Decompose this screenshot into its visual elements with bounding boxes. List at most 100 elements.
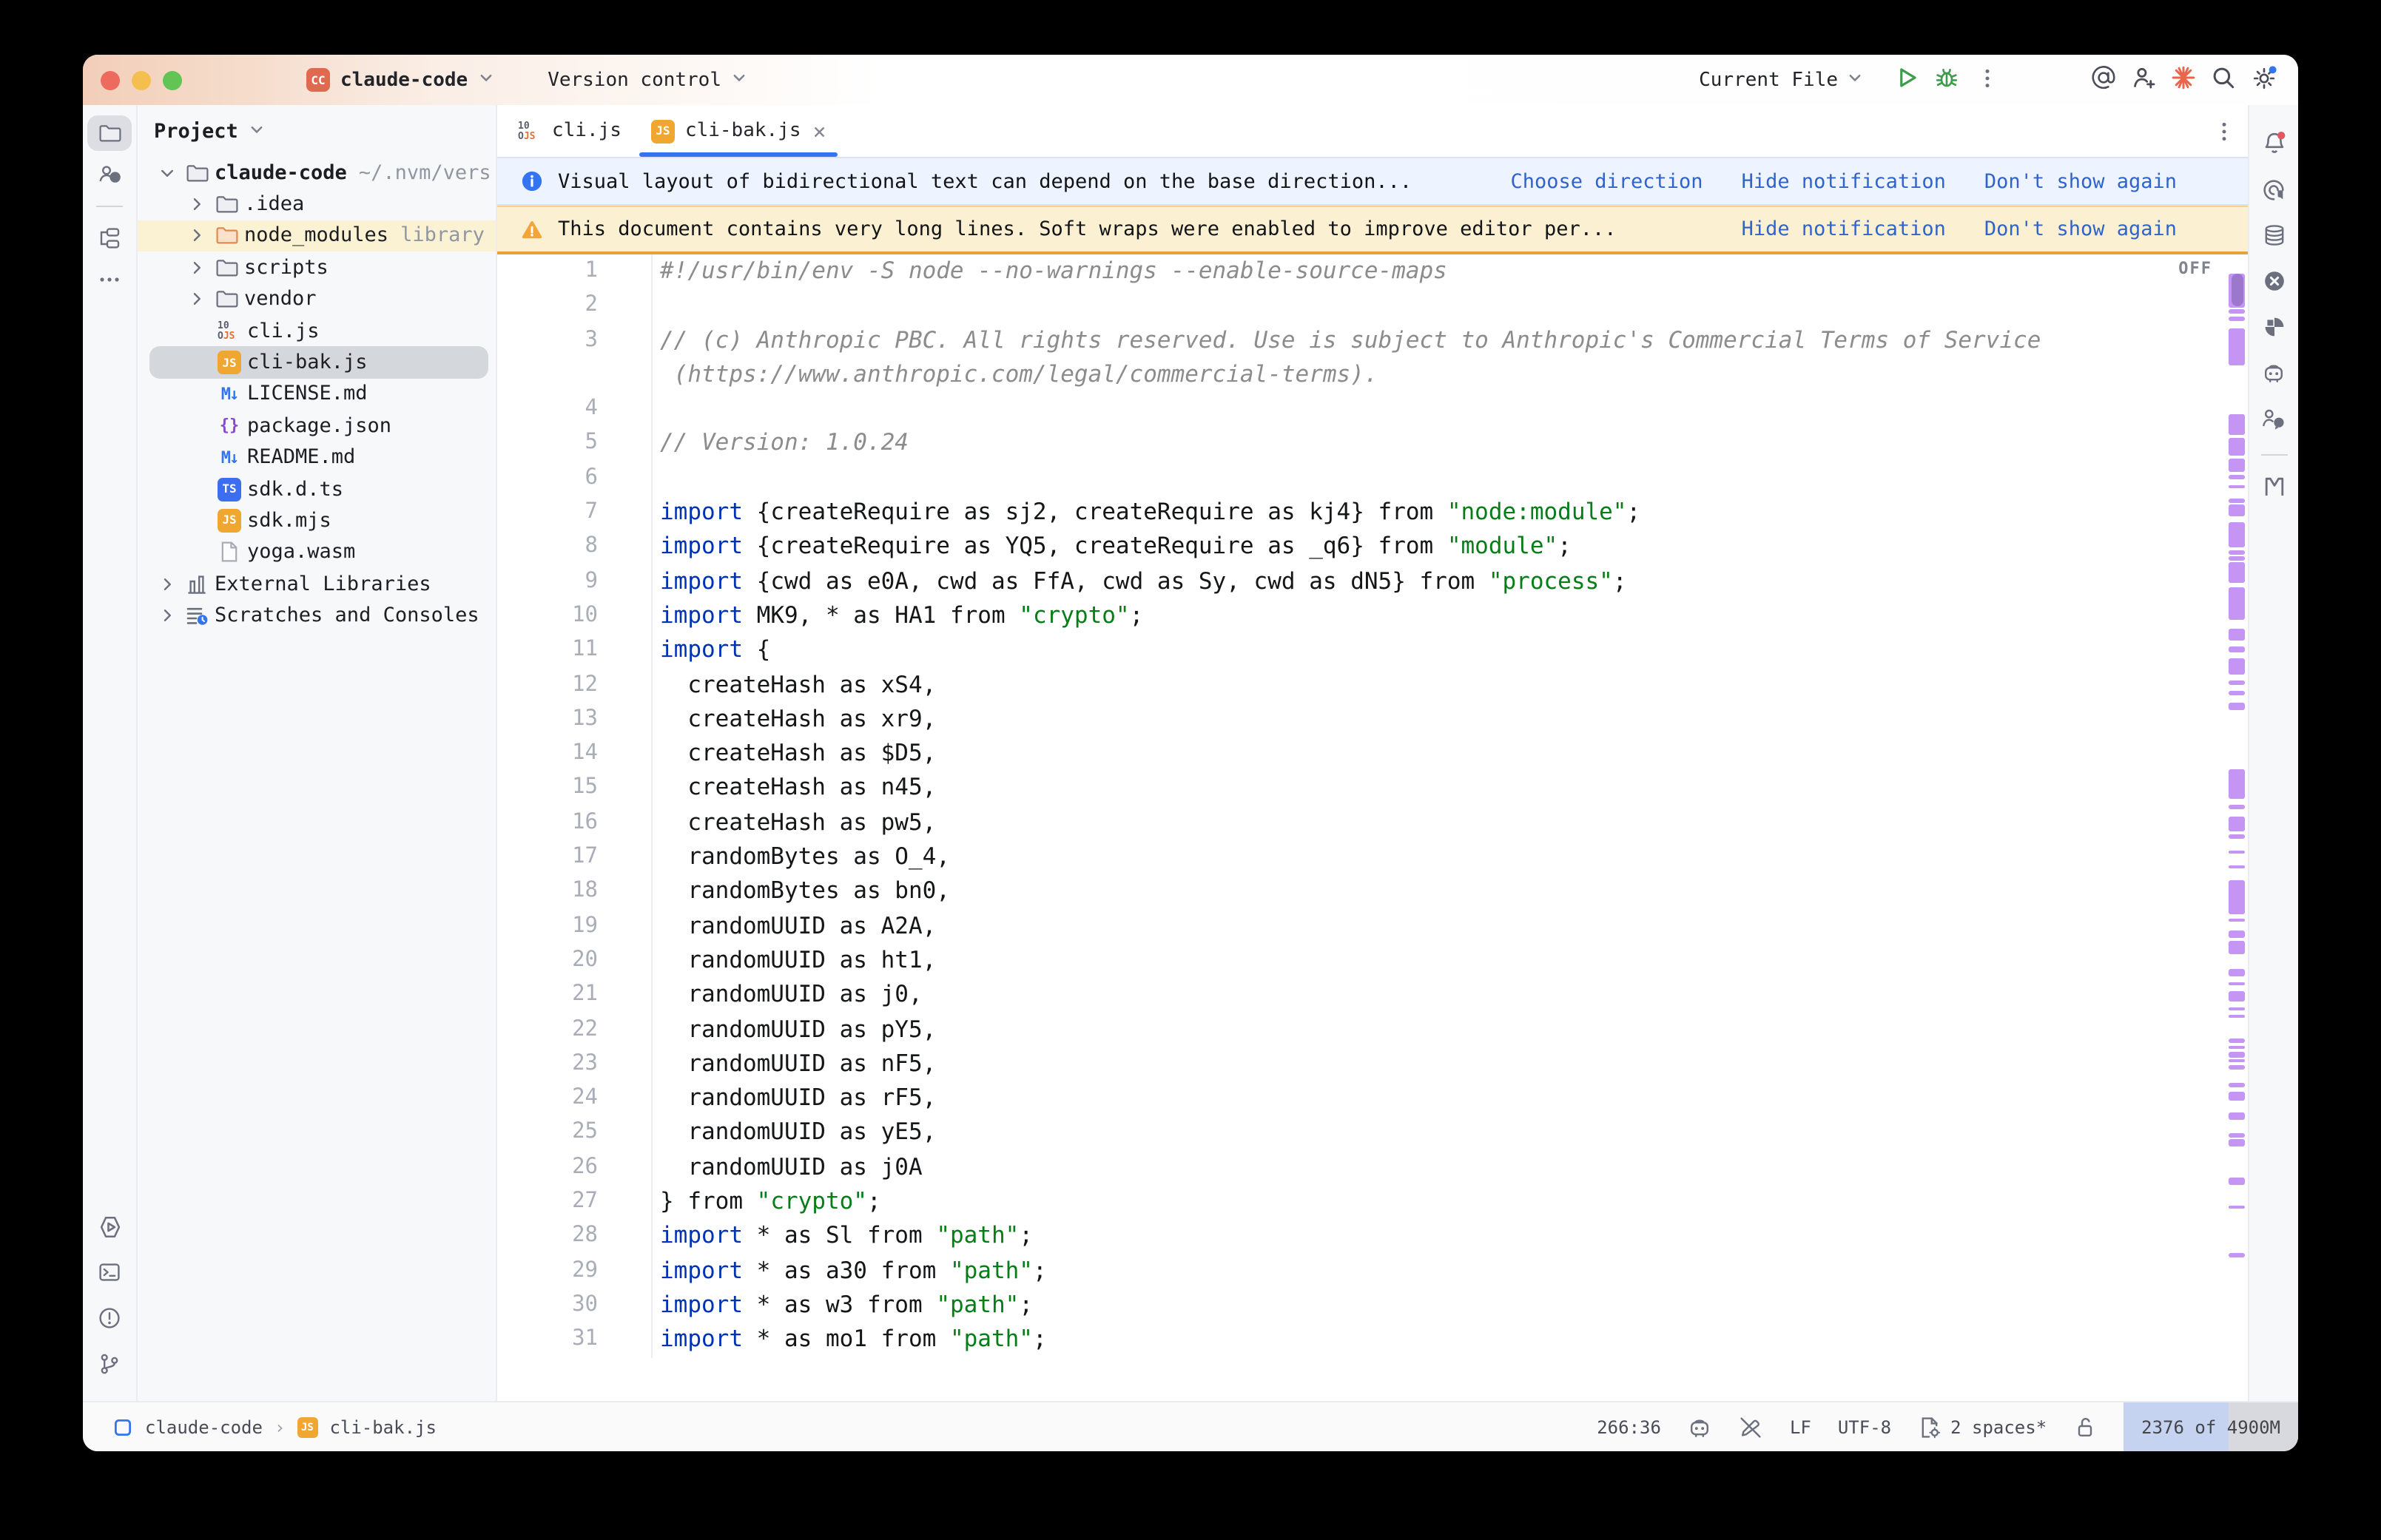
change-marker: [2229, 499, 2245, 503]
banner-link-choose-direction[interactable]: Choose direction: [1510, 169, 1703, 193]
ai-mentions-button[interactable]: [2084, 60, 2124, 100]
tree-item-readme-md[interactable]: M↓README.md: [138, 442, 496, 473]
change-marker: [2229, 475, 2245, 479]
at-sign-icon: [2091, 65, 2116, 95]
file-type-icon: [215, 224, 238, 248]
debug-button[interactable]: [1927, 60, 1967, 100]
tree-item-scripts[interactable]: scripts: [138, 251, 496, 283]
tree-item-sdk-d-ts[interactable]: TSsdk.d.ts: [138, 473, 496, 505]
line-number: 14: [497, 737, 598, 771]
fold-gutter: [598, 427, 653, 462]
problems-tool-button[interactable]: [87, 1300, 132, 1336]
tree-item-license-md[interactable]: M↓LICENSE.md: [138, 378, 496, 410]
database-tool-button[interactable]: [2252, 217, 2296, 253]
chevron-right-icon[interactable]: [155, 607, 179, 624]
svg-text:?: ?: [112, 173, 117, 183]
copilot-status[interactable]: [1688, 1415, 1713, 1439]
scrollbar-thumb[interactable]: [2231, 274, 2243, 306]
tab-options-button[interactable]: [2212, 105, 2236, 157]
tree-item-external-libraries[interactable]: External Libraries: [138, 568, 496, 600]
run-config-selector[interactable]: Current File: [1699, 69, 1863, 91]
collaboration-tool-button[interactable]: ?: [87, 157, 132, 192]
line-separator-label: LF: [1790, 1416, 1811, 1437]
tree-item-sdk-mjs[interactable]: JSsdk.mjs: [138, 505, 496, 537]
circle-x-tool-button[interactable]: [2252, 263, 2296, 299]
editor-scrollbar[interactable]: [2227, 254, 2246, 1401]
m-tool-button[interactable]: [2252, 469, 2296, 504]
line-separator[interactable]: LF: [1790, 1416, 1811, 1437]
file-encoding[interactable]: UTF-8: [1838, 1416, 1891, 1437]
run-button[interactable]: [1887, 60, 1927, 100]
tree-item-claude-code[interactable]: claude-code~/.nvm/vers: [138, 157, 496, 189]
play-icon: [1894, 65, 1919, 95]
chevron-down-icon[interactable]: [155, 163, 179, 181]
ai-sparkle-button[interactable]: [2163, 60, 2203, 100]
plugin-tool-button[interactable]: [2252, 309, 2296, 345]
services-tool-button[interactable]: [87, 1209, 132, 1244]
tree-item-package-json[interactable]: {}package.json: [138, 410, 496, 442]
search-everywhere-button[interactable]: [2203, 60, 2243, 100]
chevron-right-icon[interactable]: [155, 575, 179, 593]
chevron-right-icon[interactable]: [185, 259, 209, 277]
change-marker: [2229, 1206, 2245, 1209]
tree-item-idea[interactable]: .idea: [138, 189, 496, 220]
more-run-actions-button[interactable]: [1967, 60, 2007, 100]
change-marker: [2229, 969, 2245, 976]
fold-gutter: [598, 806, 653, 841]
scratch-icon: [185, 604, 209, 627]
tree-item-cli-js[interactable]: 10OJScli.js: [138, 315, 496, 347]
tab-cli-js[interactable]: 10OJScli.js: [503, 105, 636, 157]
breadcrumb-project[interactable]: claude-code: [145, 1416, 263, 1437]
banner-link-hide-notification[interactable]: Hide notification: [1742, 169, 1946, 193]
version-control-tool-button[interactable]: [87, 1346, 132, 1382]
chevron-right-icon[interactable]: [185, 291, 209, 308]
banner-link-don-t-show-again[interactable]: Don't show again: [1984, 169, 2177, 193]
tab-cli-bak-js[interactable]: JScli-bak.js×: [636, 105, 841, 157]
readonly-toggle[interactable]: [2073, 1415, 2097, 1439]
breadcrumb-file[interactable]: cli-bak.js: [329, 1416, 437, 1437]
chevron-right-icon[interactable]: [185, 227, 209, 245]
add-user-button[interactable]: [2124, 60, 2163, 100]
banner-link-hide-notification[interactable]: Hide notification: [1742, 217, 1946, 241]
vcs-widget[interactable]: Version control: [548, 69, 747, 91]
minimize-window-button[interactable]: [132, 70, 151, 90]
problems-icon: [98, 1306, 121, 1330]
close-tab-icon[interactable]: ×: [813, 118, 826, 144]
database-icon: [2262, 223, 2286, 247]
tree-item-scratches-and-consoles[interactable]: Scratches and Consoles: [138, 600, 496, 632]
terminal-tool-button[interactable]: [87, 1254, 132, 1290]
more-tool-windows-button[interactable]: [87, 262, 132, 297]
settings-button[interactable]: [2243, 60, 2283, 100]
notifications-button[interactable]: [2252, 126, 2296, 161]
highlighting-level[interactable]: [1740, 1415, 1763, 1439]
change-marker: [2229, 941, 2245, 954]
code-with-me-tool-button[interactable]: [2252, 401, 2296, 436]
caret-position[interactable]: 266:36: [1597, 1416, 1661, 1437]
code-line: 19 randomUUID as A2A,: [497, 909, 2248, 944]
project-panel: Project claude-code~/.nvm/vers.ideanode_…: [138, 105, 497, 1401]
tree-item-node-modules[interactable]: node_moduleslibrary: [138, 220, 496, 252]
editor-area: 10OJScli.jsJScli-bak.js× Visual layout o…: [497, 105, 2248, 1401]
maximize-window-button[interactable]: [163, 70, 182, 90]
ai-assistant-tool-button[interactable]: [2252, 172, 2296, 207]
tree-item-yoga-wasm[interactable]: yoga.wasm: [138, 536, 496, 568]
memory-indicator[interactable]: 2376 of 4900M: [2124, 1402, 2298, 1451]
banner-link-don-t-show-again[interactable]: Don't show again: [1984, 217, 2177, 241]
structure-tool-button[interactable]: [87, 220, 132, 256]
fold-gutter: [598, 771, 653, 806]
warning-icon: [521, 218, 543, 240]
js-file-icon: JS: [218, 351, 241, 374]
tree-item-vendor[interactable]: vendor: [138, 283, 496, 315]
project-panel-header[interactable]: Project: [138, 105, 496, 157]
chevron-right-icon[interactable]: [185, 195, 209, 213]
code-line: 7import {createRequire as sj2, createReq…: [497, 496, 2248, 530]
change-marker: [2229, 817, 2245, 831]
close-window-button[interactable]: [101, 70, 120, 90]
copilot-tool-button[interactable]: [2252, 355, 2296, 391]
tree-item-cli-bak-js[interactable]: JScli-bak.js: [138, 347, 496, 379]
indent-style[interactable]: 2 spaces*: [1918, 1415, 2047, 1439]
editor[interactable]: 1#!/usr/bin/env -S node --no-warnings --…: [497, 254, 2248, 1401]
project-tool-button[interactable]: [87, 115, 132, 151]
file-type-icon: [215, 256, 238, 280]
project-widget[interactable]: CC claude-code: [306, 68, 494, 92]
